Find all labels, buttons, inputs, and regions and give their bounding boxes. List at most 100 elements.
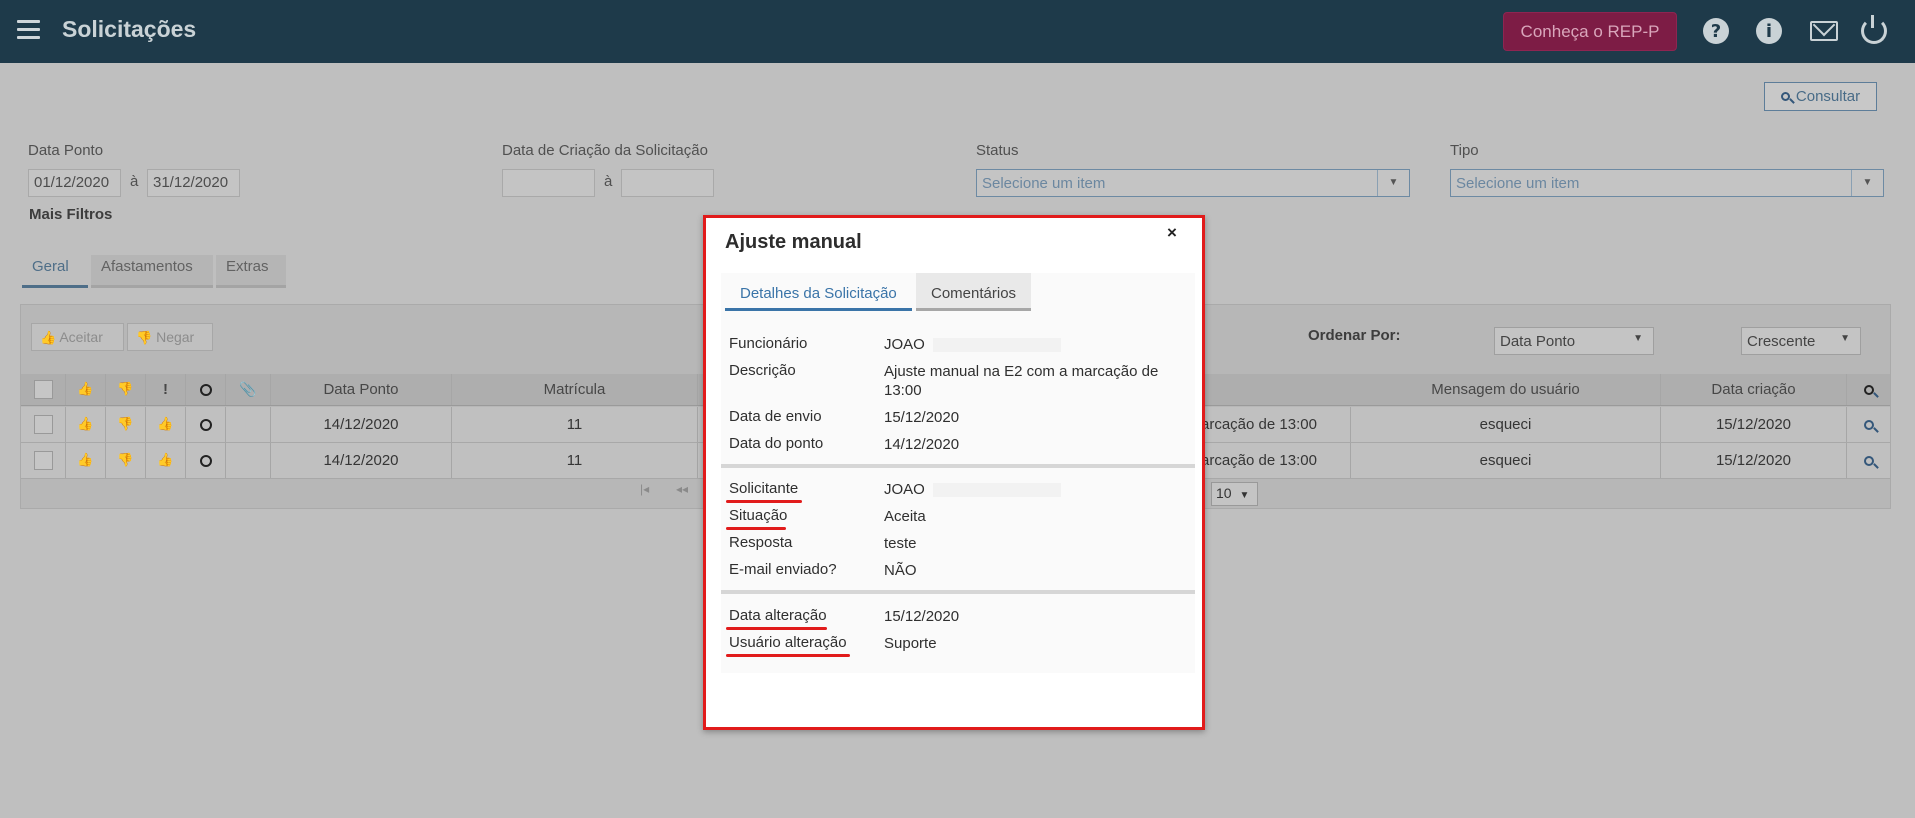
header-deny: 👎 — [106, 374, 146, 405]
order-field-value: Data Ponto — [1500, 333, 1576, 350]
descricao-value: Ajuste manual na E2 com a marcação de 13… — [884, 363, 1159, 399]
checkbox[interactable] — [33, 451, 53, 470]
cell-data-criacao: 15/12/2020 — [1661, 443, 1847, 478]
approved-icon: 👍 — [157, 417, 174, 432]
situacao-value: Aceita — [884, 508, 926, 525]
tab-detalhes[interactable]: Detalhes da Solicitação — [725, 273, 912, 311]
header-clock — [186, 374, 226, 405]
data-criacao-to-field[interactable] — [621, 169, 714, 197]
consultar-label: Consultar — [1795, 88, 1861, 105]
usuario-alteracao-value: Suporte — [884, 635, 937, 652]
clock-icon — [199, 418, 212, 431]
thumbs-down-icon[interactable]: 👎 — [117, 453, 133, 468]
usuario-alteracao-label: Usuário alteração — [729, 634, 847, 651]
solicitante-value: JOAO — [884, 481, 925, 498]
header-search — [1847, 374, 1890, 405]
aceitar-label: Aceitar — [59, 329, 103, 345]
thumbs-up-icon[interactable]: 👍 — [77, 417, 93, 432]
tab-afastamentos[interactable]: Afastamentos — [91, 255, 213, 288]
chevron-down-icon: ▼ — [1851, 170, 1883, 196]
order-direction-select[interactable]: Crescente ▼ — [1741, 327, 1861, 355]
pager-prev-icon[interactable]: ◂◂ — [676, 482, 688, 506]
funcionario-value: JOAO — [884, 336, 925, 353]
power-icon[interactable] — [1861, 15, 1887, 44]
status-label: Status — [976, 142, 1019, 159]
resposta-label: Resposta — [729, 534, 793, 551]
header-data-criacao[interactable]: Data criação — [1661, 374, 1847, 405]
negar-button[interactable]: 👎 Negar — [127, 323, 213, 351]
thumbs-down-icon: 👎 — [117, 382, 134, 397]
header-select-all[interactable] — [21, 374, 66, 405]
data-criacao-label: Data de Criação da Solicitação — [502, 142, 708, 159]
close-icon[interactable]: × — [1167, 223, 1177, 243]
divider — [721, 464, 1195, 468]
mais-filtros-link[interactable]: Mais Filtros — [29, 206, 112, 223]
cell-mensagem: esqueci — [1351, 443, 1661, 478]
request-details-modal: Ajuste manual × Detalhes da Solicitação … — [703, 215, 1205, 730]
tipo-select[interactable]: Selecione um item ▼ — [1450, 169, 1884, 197]
info-icon[interactable]: i — [1756, 18, 1782, 44]
exclamation-icon: ! — [146, 374, 186, 405]
data-criacao-from-field[interactable] — [502, 169, 595, 197]
tab-comentarios[interactable]: Comentários — [916, 273, 1032, 311]
cell-descricao: arcação de 13:00 — [1201, 443, 1351, 478]
menu-icon[interactable] — [17, 20, 40, 39]
cell-mensagem: esqueci — [1351, 407, 1661, 442]
header-data-ponto[interactable]: Data Ponto — [271, 374, 452, 405]
tab-geral[interactable]: Geral — [22, 255, 88, 288]
situacao-label: Situação — [729, 507, 788, 524]
chevron-down-icon: ▼ — [1840, 333, 1850, 344]
search-icon[interactable] — [1863, 419, 1874, 430]
chevron-down-icon: ▼ — [1633, 333, 1643, 344]
rep-p-button[interactable]: Conheça o REP-P — [1503, 12, 1677, 51]
data-criacao-sep: à — [604, 173, 613, 190]
status-select[interactable]: Selecione um item ▼ — [976, 169, 1410, 197]
mail-icon[interactable] — [1810, 21, 1838, 41]
search-icon — [1863, 384, 1874, 395]
cell-data-criacao: 15/12/2020 — [1661, 407, 1847, 442]
page-size-value: 10 — [1216, 485, 1232, 501]
thumbs-up-icon: 👍 — [40, 331, 57, 346]
pager-first-icon[interactable]: |◂ — [640, 482, 649, 506]
order-direction-value: Crescente — [1747, 333, 1816, 350]
thumbs-up-icon[interactable]: 👍 — [77, 453, 93, 468]
header-matricula[interactable]: Matrícula — [452, 374, 698, 405]
page-size-select[interactable]: 10 ▼ — [1211, 482, 1258, 506]
clock-icon — [199, 454, 212, 467]
checkbox[interactable] — [33, 380, 53, 399]
tipo-label: Tipo — [1450, 142, 1479, 159]
thumbs-down-icon[interactable]: 👎 — [117, 417, 133, 432]
data-ponto-to-field[interactable]: 31/12/2020 — [147, 169, 240, 197]
data-alteracao-label: Data alteração — [729, 607, 827, 624]
data-ponto-from-field[interactable]: 01/12/2020 — [28, 169, 121, 197]
consultar-button[interactable]: Consultar — [1764, 82, 1877, 111]
annotation-underline — [726, 527, 786, 530]
approved-icon: 👍 — [157, 453, 174, 468]
data-ponto-sep: à — [130, 173, 139, 190]
tipo-placeholder: Selecione um item — [1456, 175, 1580, 192]
search-icon — [1780, 92, 1790, 101]
thumbs-down-icon: 👎 — [136, 331, 153, 346]
thumbs-up-icon: 👍 — [77, 382, 94, 397]
tab-extras[interactable]: Extras — [216, 255, 286, 288]
search-icon[interactable] — [1863, 455, 1874, 466]
redacted-block — [932, 483, 1061, 498]
data-ponto-label: Data Ponto — [28, 142, 104, 159]
redacted-block — [932, 338, 1061, 353]
header-accept: 👍 — [66, 374, 106, 405]
status-placeholder: Selecione um item — [982, 175, 1106, 192]
header-mensagem[interactable]: Mensagem do usuário — [1351, 374, 1661, 405]
checkbox[interactable] — [33, 415, 53, 434]
page-title: Solicitações — [62, 16, 197, 42]
cell-data-ponto: 14/12/2020 — [271, 443, 452, 478]
annotation-underline — [726, 627, 827, 630]
clock-icon — [199, 383, 212, 396]
paperclip-icon: 📎 — [226, 374, 271, 405]
funcionario-label: Funcionário — [729, 335, 808, 352]
order-field-select[interactable]: Data Ponto ▼ — [1494, 327, 1654, 355]
ordenar-por-label: Ordenar Por: — [1308, 327, 1401, 344]
chevron-down-icon: ▼ — [1239, 490, 1250, 501]
email-label: E-mail enviado? — [729, 561, 837, 578]
help-icon[interactable]: ? — [1703, 18, 1729, 44]
aceitar-button[interactable]: 👍 Aceitar — [31, 323, 124, 351]
